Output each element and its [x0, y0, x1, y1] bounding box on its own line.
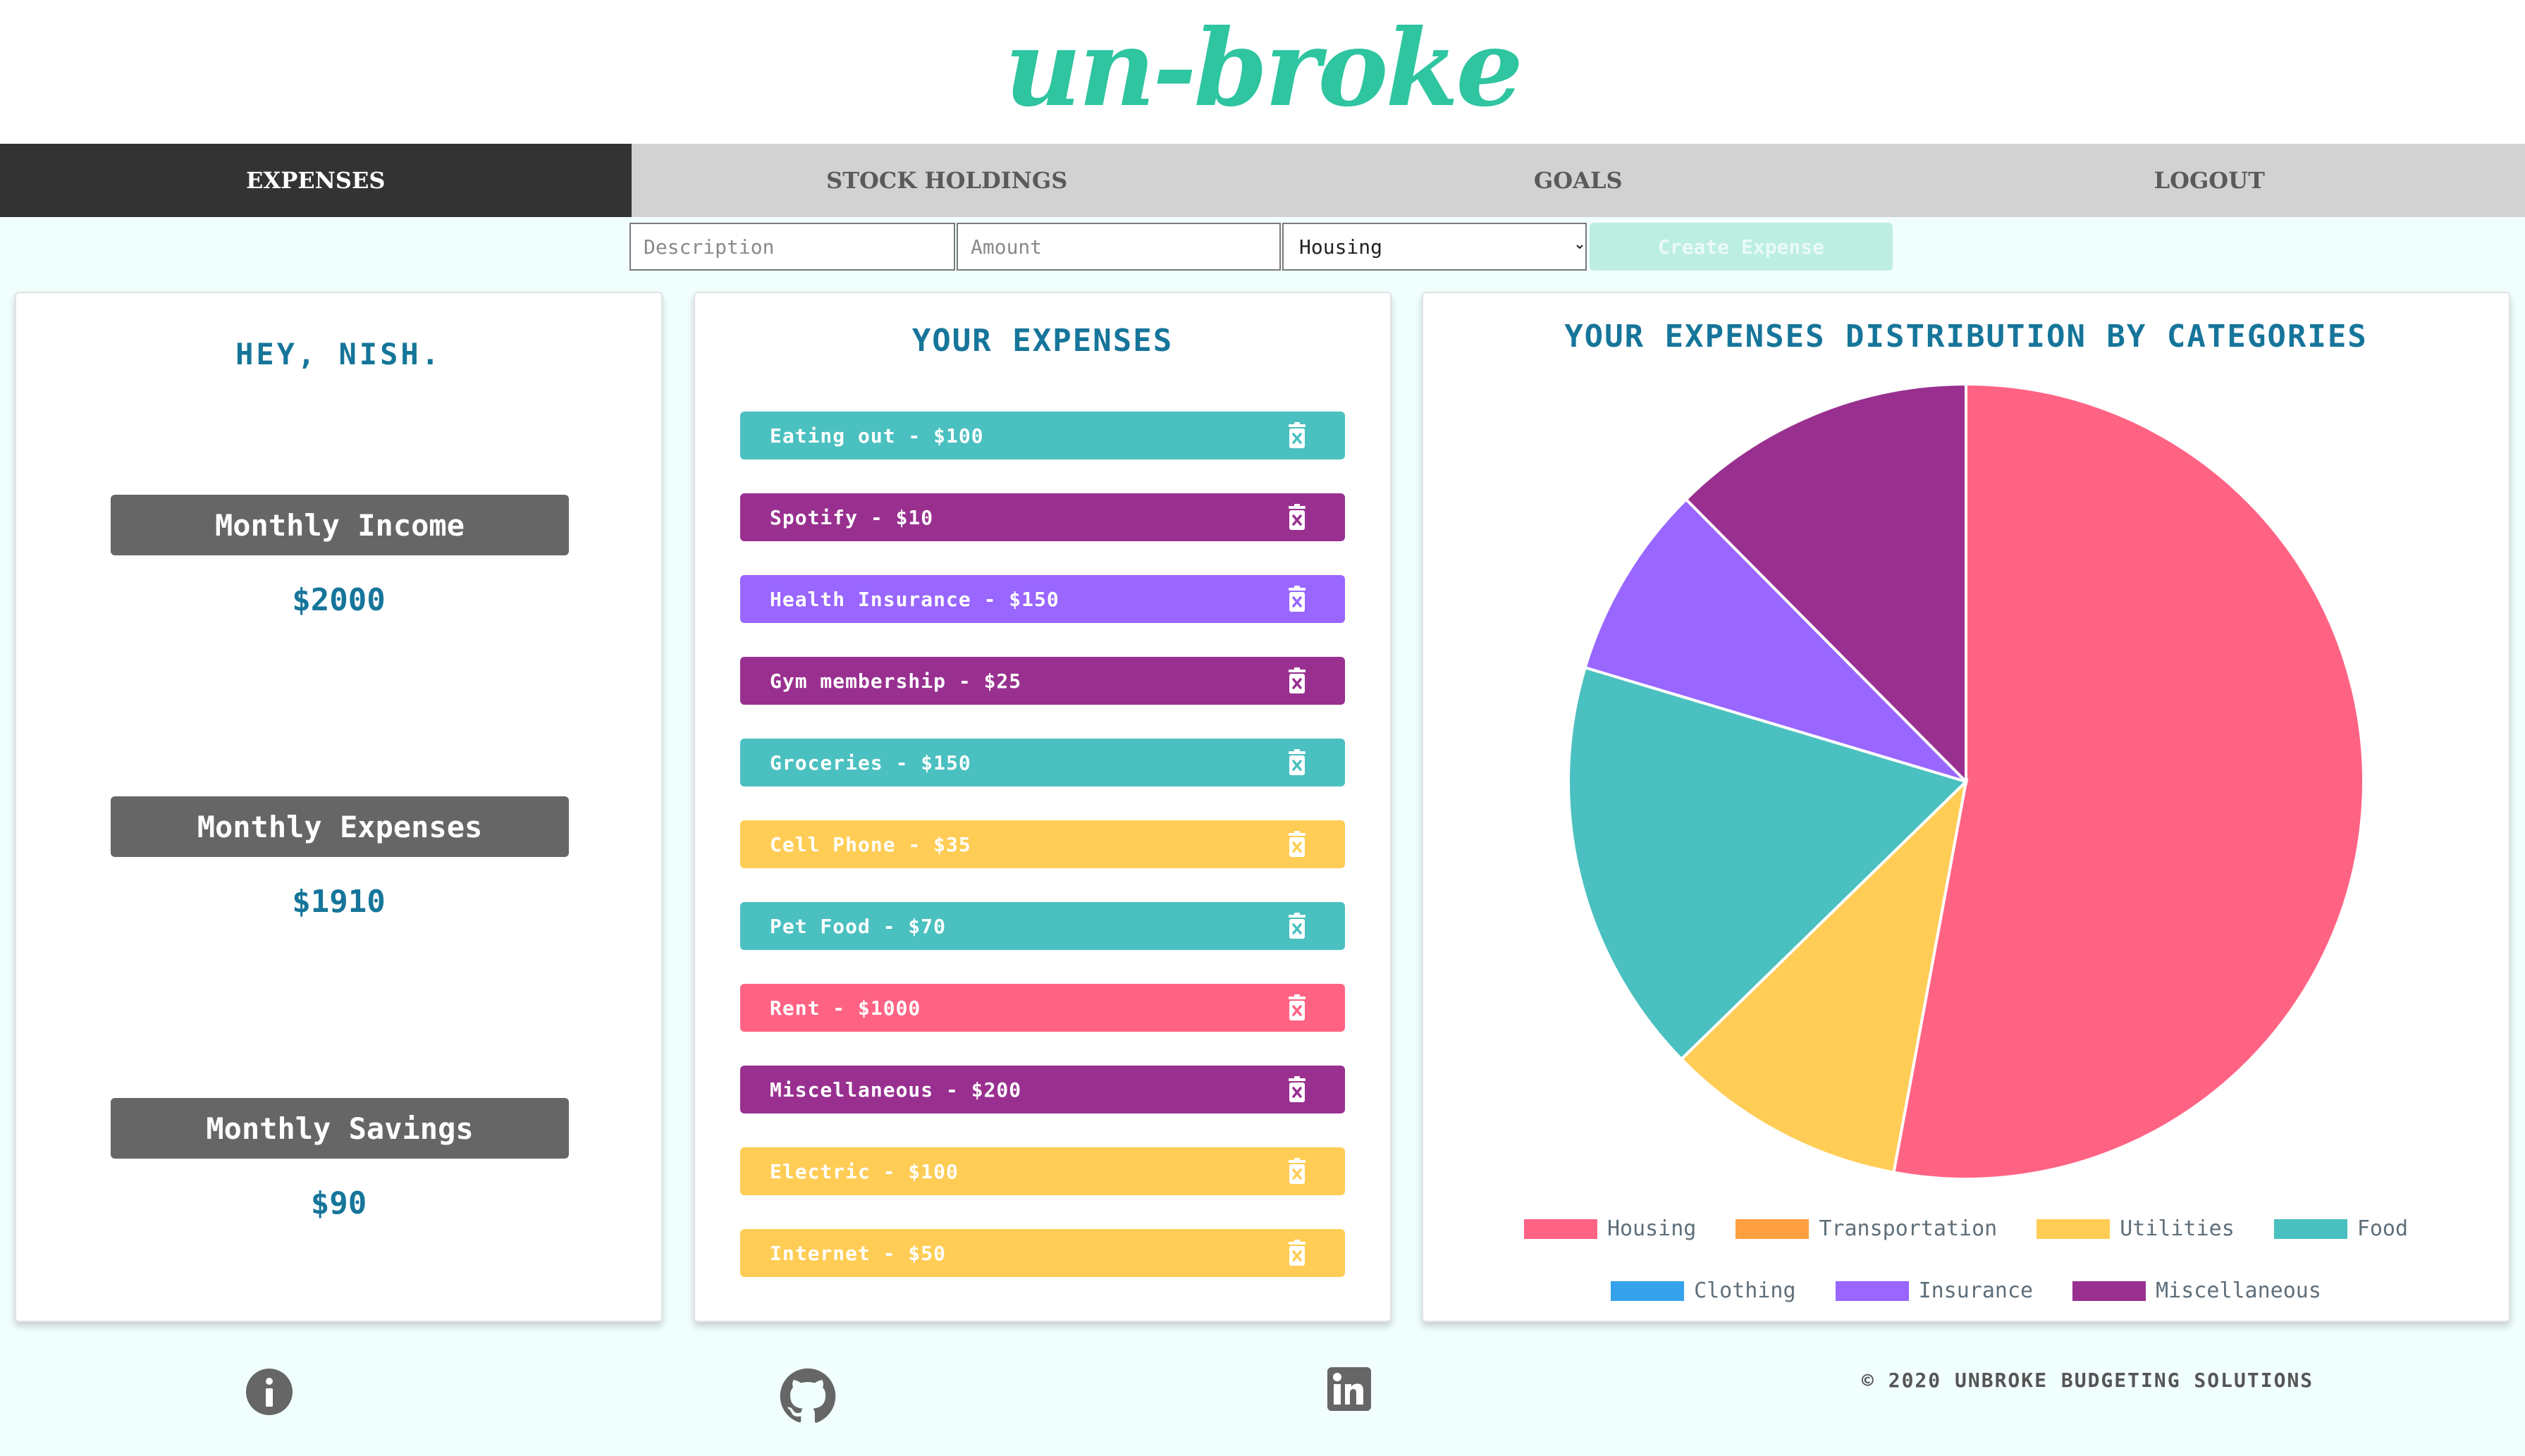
- legend-swatch: [2273, 1219, 2347, 1239]
- logo[interactable]: un-broke: [0, 0, 2525, 144]
- delete-expense-icon[interactable]: [1283, 994, 1311, 1022]
- legend-item-clothing[interactable]: Clothing: [1611, 1278, 1796, 1303]
- legend-label: Utilities: [2120, 1216, 2235, 1241]
- monthly-income-label: Monthly Income: [111, 495, 569, 555]
- expense-item[interactable]: Pet Food - $70: [740, 902, 1345, 950]
- nav-tab-stock-holdings[interactable]: STOCK HOLDINGS: [631, 144, 1262, 217]
- greeting: HEY, NISH.: [235, 337, 442, 371]
- delete-expense-icon[interactable]: [1283, 503, 1311, 531]
- expense-item[interactable]: Health Insurance - $150: [740, 575, 1345, 623]
- delete-expense-icon[interactable]: [1283, 585, 1311, 613]
- amount-input[interactable]: [957, 223, 1281, 271]
- legend-row-2: Clothing Insurance Miscellaneous: [1423, 1278, 2509, 1303]
- expense-item[interactable]: Eating out - $100: [740, 412, 1345, 459]
- legend-item-miscellaneous[interactable]: Miscellaneous: [2072, 1278, 2321, 1303]
- create-expense-button[interactable]: Create Expense: [1590, 223, 1893, 271]
- expense-list: Eating out - $100 Spotify - $10 Health Ins…: [740, 412, 1345, 1311]
- legend-label: Insurance: [1918, 1278, 2034, 1303]
- delete-expense-icon[interactable]: [1283, 830, 1311, 858]
- delete-expense-icon[interactable]: [1283, 667, 1311, 695]
- github-icon[interactable]: [779, 1367, 837, 1425]
- copyright: © 2020 UNBROKE BUDGETING SOLUTIONS: [1862, 1369, 2314, 1392]
- expense-item-label: Spotify - $10: [770, 505, 934, 529]
- expense-item-label: Miscellaneous - $200: [770, 1078, 1022, 1102]
- delete-expense-icon[interactable]: [1283, 1239, 1311, 1267]
- delete-expense-icon[interactable]: [1283, 421, 1311, 450]
- legend-swatch: [1523, 1219, 1597, 1239]
- expense-item[interactable]: Gym membership - $25: [740, 657, 1345, 705]
- expense-item-label: Gym membership - $25: [770, 669, 1022, 693]
- legend-item-transportation[interactable]: Transportation: [1735, 1216, 1997, 1241]
- delete-expense-icon[interactable]: [1283, 1157, 1311, 1185]
- legend-swatch: [2036, 1219, 2111, 1239]
- expense-item-label: Eating out - $100: [770, 424, 984, 448]
- legend-label: Miscellaneous: [2156, 1278, 2321, 1303]
- legend-label: Clothing: [1694, 1278, 1796, 1303]
- info-icon[interactable]: [245, 1367, 294, 1417]
- expense-item[interactable]: Electric - $100: [740, 1147, 1345, 1195]
- summary-card: HEY, NISH. Monthly Income $2000 Monthly …: [15, 292, 663, 1322]
- legend-item-housing[interactable]: Housing: [1523, 1216, 1697, 1241]
- expense-item-label: Pet Food - $70: [770, 914, 947, 938]
- delete-expense-icon[interactable]: [1283, 1075, 1311, 1104]
- monthly-savings-label: Monthly Savings: [111, 1098, 569, 1159]
- expense-item-label: Electric - $100: [770, 1159, 959, 1183]
- legend-label: Food: [2357, 1216, 2409, 1241]
- linkedin-icon[interactable]: [1327, 1367, 1371, 1411]
- distribution-card: YOUR EXPENSES DISTRIBUTION BY CATEGORIES…: [1422, 292, 2510, 1322]
- legend-item-insurance[interactable]: Insurance: [1835, 1278, 2034, 1303]
- expenses-title: YOUR EXPENSES: [911, 323, 1174, 359]
- delete-expense-icon[interactable]: [1283, 912, 1311, 940]
- legend-label: Housing: [1606, 1216, 1697, 1241]
- legend-item-utilities[interactable]: Utilities: [2036, 1216, 2235, 1241]
- expense-item-label: Cell Phone - $35: [770, 832, 971, 856]
- expense-item-label: Groceries - $150: [770, 751, 971, 775]
- expense-item[interactable]: Cell Phone - $35: [740, 820, 1345, 868]
- nav-tab-expenses[interactable]: EXPENSES: [0, 144, 632, 217]
- monthly-income-value: $2000: [292, 582, 386, 618]
- main-nav: EXPENSES STOCK HOLDINGS GOALS LOGOUT: [0, 144, 2525, 217]
- category-select[interactable]: Housing: [1282, 223, 1587, 271]
- expense-item[interactable]: Rent - $1000: [740, 984, 1345, 1032]
- nav-tab-logout[interactable]: LOGOUT: [1893, 144, 2525, 217]
- expense-item-label: Internet - $50: [770, 1241, 947, 1265]
- nav-tab-goals[interactable]: GOALS: [1262, 144, 1894, 217]
- legend-item-food[interactable]: Food: [2273, 1216, 2409, 1241]
- legend-swatch: [2072, 1281, 2146, 1301]
- monthly-expenses-value: $1910: [292, 884, 386, 920]
- expense-item[interactable]: Groceries - $150: [740, 739, 1345, 786]
- monthly-savings-value: $90: [310, 1185, 367, 1221]
- expense-item-label: Rent - $1000: [770, 996, 921, 1020]
- legend-swatch: [1735, 1219, 1810, 1239]
- delete-expense-icon[interactable]: [1283, 748, 1311, 777]
- expense-item[interactable]: Miscellaneous - $200: [740, 1066, 1345, 1113]
- pie-chart: [1567, 382, 2365, 1180]
- expenses-card: YOUR EXPENSES Eating out - $100 Spotify -…: [694, 292, 1391, 1322]
- legend-row-1: Housing Transportation Utilities Food: [1423, 1216, 2509, 1241]
- legend-swatch: [1835, 1281, 1909, 1301]
- monthly-expenses-label: Monthly Expenses: [111, 796, 569, 857]
- create-expense-form: Housing Create Expense: [629, 223, 1893, 271]
- header: un-broke: [0, 0, 2525, 144]
- description-input[interactable]: [629, 223, 955, 271]
- legend-label: Transportation: [1819, 1216, 1998, 1241]
- expense-item[interactable]: Internet - $50: [740, 1229, 1345, 1277]
- expense-item-label: Health Insurance - $150: [770, 587, 1059, 611]
- legend-swatch: [1611, 1281, 1685, 1301]
- expense-item[interactable]: Spotify - $10: [740, 493, 1345, 541]
